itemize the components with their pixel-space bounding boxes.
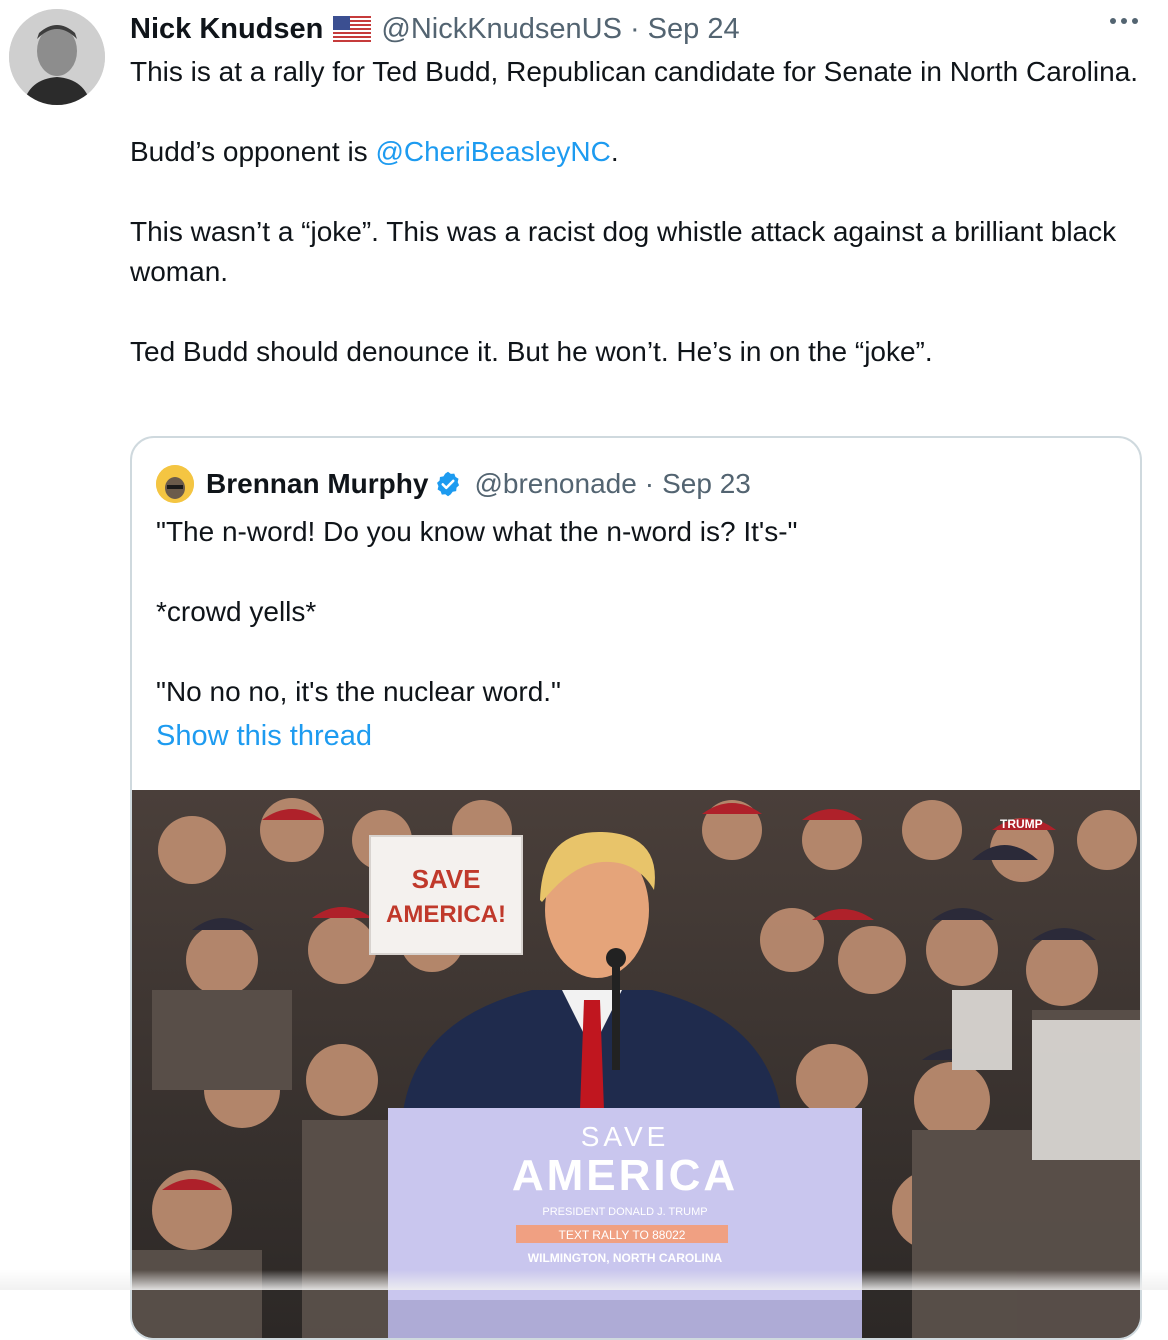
- tweet-date[interactable]: Sep 24: [648, 13, 740, 46]
- sign-text-line2: AMERICA!: [386, 901, 506, 928]
- bottom-fade: [0, 1270, 1168, 1290]
- podium-line1: SAVE: [581, 1121, 670, 1152]
- save-america-sign: SAVE AMERICA!: [369, 835, 523, 955]
- quoted-author-name[interactable]: Brennan Murphy: [206, 468, 428, 500]
- podium: SAVE AMERICA PRESIDENT DONALD J. TRUMP T…: [388, 1108, 862, 1338]
- rally-photo[interactable]: SAVE AMERICA! TRUMP SAVE AMERICA PRESIDE…: [132, 790, 1140, 1338]
- quoted-tweet-card[interactable]: Brennan Murphy @brenonade · Sep 23 "The …: [130, 436, 1142, 1340]
- author-avatar[interactable]: [9, 9, 105, 105]
- podium-line4: TEXT RALLY TO 88022: [559, 1228, 686, 1242]
- tweet-text-part2: . This wasn’t a “joke”. This was a racis…: [130, 136, 1117, 367]
- quoted-author-handle[interactable]: @brenonade: [474, 468, 636, 500]
- tweet-text: This is at a rally for Ted Budd, Republi…: [130, 52, 1140, 372]
- podium-line3: PRESIDENT DONALD J. TRUMP: [542, 1206, 707, 1218]
- us-flag-icon: [333, 16, 372, 42]
- quoted-author-avatar: [156, 465, 194, 503]
- separator-dot: ·: [644, 468, 655, 499]
- show-thread-link[interactable]: Show this thread: [156, 720, 372, 753]
- tweet-text-part1: This is at a rally for Ted Budd, Republi…: [130, 56, 1139, 167]
- author-name[interactable]: Nick Knudsen: [130, 13, 323, 46]
- quoted-tweet-date[interactable]: Sep 23: [662, 468, 751, 500]
- quoted-tweet-header: Brennan Murphy @brenonade · Sep 23: [156, 465, 751, 503]
- separator-dot: ·: [629, 12, 640, 45]
- verified-badge-icon: [434, 470, 462, 498]
- mention-link[interactable]: @CheriBeasleyNC: [375, 136, 610, 167]
- podium-line5: WILMINGTON, NORTH CAROLINA: [528, 1251, 723, 1265]
- hat-text: TRUMP: [1000, 817, 1043, 831]
- tweet-header: Nick Knudsen @NickKnudsenUS · Sep 24: [130, 9, 740, 49]
- quoted-tweet-text: "The n-word! Do you know what the n-word…: [156, 516, 798, 707]
- podium-line2: AMERICA: [512, 1151, 738, 1200]
- sign-text-line1: SAVE: [412, 864, 481, 894]
- author-handle[interactable]: @NickKnudsenUS: [381, 13, 622, 46]
- more-options-icon[interactable]: [1110, 18, 1138, 24]
